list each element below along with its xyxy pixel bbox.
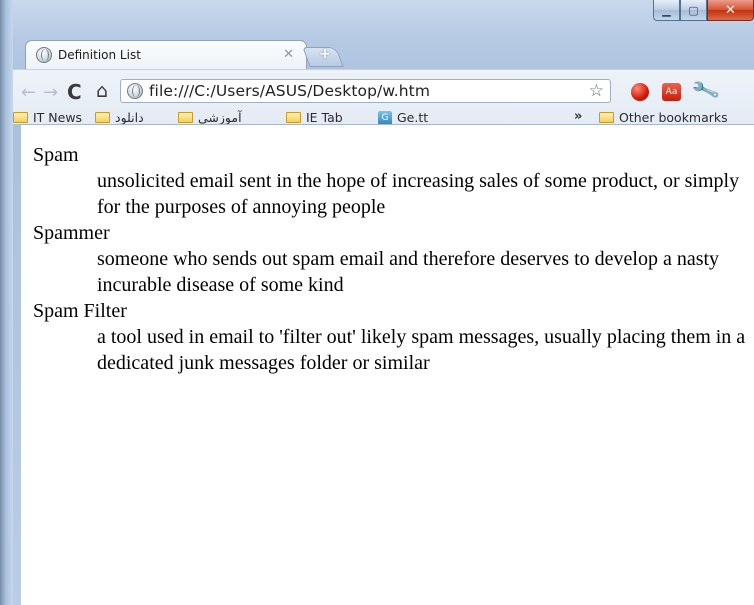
toolbar: ← → C ⌂ file:///C:/Users/ASUS/Desktop/w.… bbox=[13, 69, 754, 125]
extension-adobe-icon[interactable]: Aa bbox=[662, 83, 681, 101]
bookmark-item[interactable]: دانلود bbox=[95, 110, 144, 125]
extension-red-icon[interactable] bbox=[631, 83, 649, 101]
folder-icon bbox=[95, 112, 110, 123]
definition-term: Spam bbox=[33, 144, 79, 166]
bookmark-label: آموزشی bbox=[198, 110, 242, 125]
wrench-icon[interactable]: 🔧 bbox=[690, 74, 722, 105]
maximize-button[interactable]: ▢ bbox=[680, 0, 707, 21]
active-tab[interactable]: Definition List ✕ bbox=[25, 40, 307, 69]
folder-icon bbox=[599, 112, 614, 123]
folder-icon bbox=[178, 112, 193, 123]
bookmark-item[interactable]: G Ge.tt bbox=[378, 110, 428, 125]
definition-description: unsolicited email sent in the hope of in… bbox=[97, 170, 740, 218]
page-content: Spam unsolicited email sent in the hope … bbox=[21, 124, 754, 605]
minimize-button[interactable]: ▁ bbox=[653, 0, 680, 21]
reload-icon[interactable]: C bbox=[67, 80, 82, 104]
bookmark-item[interactable]: IE Tab bbox=[286, 110, 343, 125]
home-icon[interactable]: ⌂ bbox=[96, 80, 108, 102]
address-bar[interactable]: file:///C:/Users/ASUS/Desktop/w.htm ☆ bbox=[120, 79, 611, 103]
page-info-icon[interactable] bbox=[127, 83, 143, 99]
tab-title: Definition List bbox=[58, 48, 141, 62]
gett-icon: G bbox=[378, 110, 392, 125]
page-globe-icon bbox=[36, 47, 52, 63]
browser-window: ▁ ▢ ✕ Definition List ✕ + ← → C ⌂ file:/… bbox=[0, 0, 754, 605]
bookmarks-bar: IT News دانلود آموزشی IE Tab G Ge.tt » O bbox=[13, 109, 754, 125]
folder-icon bbox=[13, 112, 28, 123]
back-arrow-icon[interactable]: ← bbox=[21, 82, 36, 103]
address-text[interactable]: file:///C:/Users/ASUS/Desktop/w.htm bbox=[149, 82, 430, 100]
other-bookmarks[interactable]: Other bookmarks bbox=[599, 110, 728, 125]
definition-list: Spam unsolicited email sent in the hope … bbox=[33, 142, 754, 376]
definition-description: a tool used in email to 'filter out' lik… bbox=[97, 326, 746, 374]
close-window-button[interactable]: ✕ bbox=[707, 0, 754, 21]
bookmark-item[interactable]: آموزشی bbox=[178, 110, 242, 125]
window-controls: ▁ ▢ ✕ bbox=[653, 0, 754, 22]
forward-arrow-icon[interactable]: → bbox=[43, 82, 58, 103]
folder-icon bbox=[286, 112, 301, 123]
other-bookmarks-label: Other bookmarks bbox=[619, 110, 728, 125]
bookmark-label: IT News bbox=[33, 110, 83, 125]
definition-term: Spam Filter bbox=[33, 300, 127, 322]
bookmark-label: IE Tab bbox=[306, 110, 343, 125]
definition-term: Spammer bbox=[33, 222, 110, 244]
plus-icon: + bbox=[319, 46, 331, 62]
tab-close-icon[interactable]: ✕ bbox=[283, 47, 294, 62]
definition-description: someone who sends out spam email and the… bbox=[97, 248, 720, 296]
star-icon[interactable]: ☆ bbox=[589, 81, 604, 101]
bookmarks-overflow-icon[interactable]: » bbox=[574, 109, 582, 124]
bookmark-label: دانلود bbox=[115, 110, 144, 125]
bookmark-label: Ge.tt bbox=[397, 110, 429, 125]
bookmark-item[interactable]: IT News bbox=[13, 110, 82, 125]
